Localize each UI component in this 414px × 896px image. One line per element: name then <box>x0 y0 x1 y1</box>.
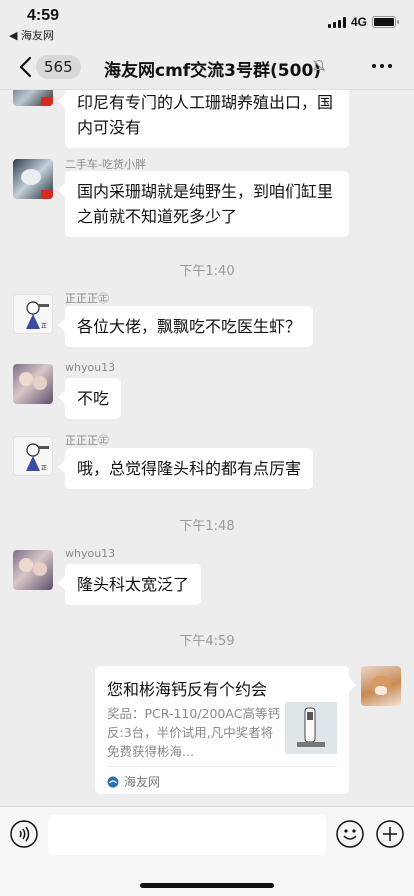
avatar[interactable] <box>13 550 53 590</box>
avatar[interactable] <box>13 364 53 404</box>
message-bubble[interactable]: 各位大佬，飘飘吃不吃医生虾？ <box>65 306 314 347</box>
sender-name: whyou13 <box>65 547 116 560</box>
status-bar: 4:59 ◀ 海友网 4G <box>0 0 414 44</box>
sender-name: whyou13 <box>65 361 116 374</box>
message-text: 不吃 <box>77 389 110 408</box>
cartoon-avatar-icon: 正 <box>26 301 49 330</box>
emoji-icon[interactable] <box>335 819 365 849</box>
more-icon[interactable] <box>372 64 392 68</box>
card-description: 奖品：PCR-110/200AC高等钙反:3台，半价试用,凡中奖者将免费获得彬海… <box>107 706 280 759</box>
card-source: 海友网 <box>107 773 160 790</box>
card-title: 您和彬海钙反有个约会 <box>107 680 268 699</box>
sender-name: 二手车-吃货小胖 <box>65 158 146 171</box>
message-bubble[interactable]: 国内采珊瑚就是纯野生，到咱们缸里之前就不知道死多少了 <box>65 171 349 237</box>
link-card-message[interactable]: 您和彬海钙反有个约会 奖品：PCR-110/200AC高等钙反:3台，半价试用,… <box>95 666 349 794</box>
status-time: 4:59 <box>27 7 60 24</box>
message-text: 隆头科太宽泛了 <box>77 575 190 594</box>
timestamp: 下午4:59 <box>179 634 235 649</box>
back-chevron-icon[interactable] <box>16 54 38 80</box>
message-text: 各位大佬，飘飘吃不吃医生虾？ <box>77 317 302 336</box>
message-input[interactable] <box>48 815 326 855</box>
self-avatar[interactable] <box>361 666 401 706</box>
avatar[interactable] <box>13 90 53 106</box>
sender-name: 正正正㊣ <box>65 292 109 305</box>
avatar[interactable] <box>13 159 53 199</box>
card-thumbnail <box>285 702 337 754</box>
signal-icon <box>327 16 346 28</box>
chat-header: 565 海友网cmf交流3号群(500) <box>0 44 414 90</box>
message-bubble[interactable]: 不吃 <box>65 378 122 419</box>
message-text: 国内采珊瑚就是纯野生，到咱们缸里之前就不知道死多少了 <box>77 182 334 226</box>
card-source-name: 海友网 <box>124 775 161 789</box>
svg-text:正: 正 <box>41 465 47 472</box>
message-bubble[interactable]: 印尼有专门的人工珊瑚养殖出口，国内可没有 <box>65 90 349 148</box>
card-divider <box>107 766 337 767</box>
source-logo-icon <box>107 776 119 787</box>
battery-icon <box>372 16 399 28</box>
back-to-app-link[interactable]: ◀ 海友网 <box>9 27 54 43</box>
message-list[interactable]: 印尼有专门的人工珊瑚养殖出口，国内可没有 二手车-吃货小胖 国内采珊瑚就是纯野生… <box>0 90 414 806</box>
unread-count-badge[interactable]: 565 <box>36 55 81 79</box>
svg-text:正: 正 <box>41 323 47 330</box>
message-text: 哦，总觉得隆头科的都有点厉害 <box>77 459 302 478</box>
cartoon-avatar-icon: 正 <box>26 443 49 472</box>
mute-icon <box>312 59 326 72</box>
plus-icon[interactable] <box>375 819 405 849</box>
message-bubble[interactable]: 隆头科太宽泛了 <box>65 564 202 605</box>
voice-icon[interactable] <box>9 819 39 849</box>
home-indicator <box>140 883 274 888</box>
product-image-icon <box>285 702 337 754</box>
status-indicators: 4G <box>327 15 399 29</box>
avatar[interactable]: 正 <box>13 294 53 334</box>
message-text: 印尼有专门的人工珊瑚养殖出口，国内可没有 <box>77 93 334 137</box>
network-type: 4G <box>350 15 367 29</box>
timestamp: 下午1:40 <box>179 264 235 279</box>
avatar[interactable]: 正 <box>13 436 53 476</box>
chat-title: 海友网cmf交流3号群(500) <box>104 61 322 81</box>
input-bar <box>0 806 414 896</box>
sender-name: 正正正㊣ <box>65 434 109 447</box>
timestamp: 下午1:48 <box>179 519 235 534</box>
message-bubble[interactable]: 哦，总觉得隆头科的都有点厉害 <box>65 448 314 489</box>
